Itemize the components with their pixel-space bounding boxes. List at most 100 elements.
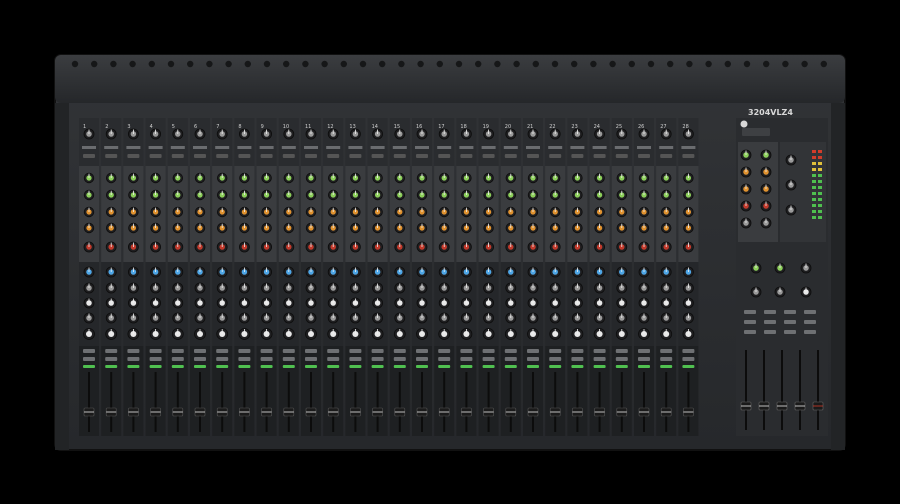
solo-button[interactable] [171,357,184,361]
fader-track[interactable] [665,372,668,432]
master-button[interactable] [784,310,796,314]
low-cut-button[interactable] [549,154,562,158]
solo-button[interactable] [327,357,340,361]
low-cut-button[interactable] [105,154,118,158]
low-cut-button[interactable] [171,154,184,158]
fader-track[interactable] [310,372,312,432]
solo-button[interactable] [105,357,118,361]
fader-track[interactable] [487,372,490,432]
solo-button[interactable] [305,357,317,361]
low-cut-button[interactable] [260,154,273,158]
solo-button[interactable] [549,357,562,361]
solo-button[interactable] [593,357,606,361]
fader-track[interactable] [354,372,357,432]
master-button[interactable] [744,310,756,314]
low-cut-button[interactable] [83,154,95,158]
master-button[interactable] [764,310,776,314]
mute-button[interactable] [216,349,229,353]
master-button[interactable] [804,320,816,324]
solo-button[interactable] [282,357,295,361]
mute-button[interactable] [238,349,251,353]
fader-track[interactable] [576,372,579,432]
low-cut-button[interactable] [482,154,495,158]
fader-track[interactable] [443,372,446,432]
master-fader-track[interactable] [799,350,801,430]
solo-button[interactable] [482,357,495,361]
mute-button[interactable] [327,349,340,353]
low-cut-button[interactable] [638,154,650,158]
master-fader-track[interactable] [745,350,747,430]
master-button[interactable] [804,310,816,314]
fader-track[interactable] [265,372,268,432]
master-fader-track[interactable] [817,350,819,430]
mute-button[interactable] [171,349,184,353]
mute-button[interactable] [438,349,451,353]
fader-track[interactable] [554,372,557,432]
mute-button[interactable] [83,349,95,353]
solo-button[interactable] [638,357,650,361]
fader-track[interactable] [687,372,690,432]
low-cut-button[interactable] [615,154,628,158]
solo-button[interactable] [571,357,584,361]
mute-button[interactable] [504,349,517,353]
mute-button[interactable] [682,349,695,353]
fader-track[interactable] [643,372,645,432]
fader-track[interactable] [398,372,401,432]
mute-button[interactable] [482,349,495,353]
master-button[interactable] [744,320,756,324]
low-cut-button[interactable] [460,154,473,158]
fader-track[interactable] [154,372,157,432]
mute-button[interactable] [393,349,406,353]
mute-button[interactable] [527,349,539,353]
mute-button[interactable] [349,349,362,353]
low-cut-button[interactable] [393,154,406,158]
master-fader-track[interactable] [763,350,765,430]
low-cut-button[interactable] [371,154,384,158]
mute-button[interactable] [149,349,162,353]
master-button[interactable] [804,330,816,334]
mute-button[interactable] [660,349,673,353]
low-cut-button[interactable] [571,154,584,158]
mute-button[interactable] [416,349,428,353]
solo-button[interactable] [371,357,384,361]
solo-button[interactable] [216,357,229,361]
fader-track[interactable] [221,372,224,432]
solo-button[interactable] [615,357,628,361]
low-cut-button[interactable] [127,154,140,158]
solo-button[interactable] [460,357,473,361]
solo-button[interactable] [127,357,140,361]
fader-track[interactable] [287,372,290,432]
low-cut-button[interactable] [305,154,317,158]
solo-button[interactable] [349,357,362,361]
mute-button[interactable] [571,349,584,353]
low-cut-button[interactable] [238,154,251,158]
low-cut-button[interactable] [504,154,517,158]
mute-button[interactable] [282,349,295,353]
mute-button[interactable] [371,349,384,353]
low-cut-button[interactable] [438,154,451,158]
master-button[interactable] [764,330,776,334]
mute-button[interactable] [127,349,140,353]
low-cut-button[interactable] [593,154,606,158]
fader-track[interactable] [176,372,179,432]
solo-button[interactable] [527,357,539,361]
mute-button[interactable] [194,349,206,353]
solo-button[interactable] [438,357,451,361]
solo-button[interactable] [504,357,517,361]
fader-track[interactable] [376,372,379,432]
master-fader-track[interactable] [781,350,783,430]
fader-track[interactable] [243,372,246,432]
mute-button[interactable] [105,349,118,353]
solo-button[interactable] [238,357,251,361]
low-cut-button[interactable] [216,154,229,158]
solo-button[interactable] [194,357,206,361]
fader-track[interactable] [421,372,423,432]
fader-track[interactable] [509,372,512,432]
fader-track[interactable] [88,372,90,432]
low-cut-button[interactable] [660,154,673,158]
solo-button[interactable] [83,357,95,361]
solo-button[interactable] [682,357,695,361]
low-cut-button[interactable] [149,154,162,158]
low-cut-button[interactable] [282,154,295,158]
low-cut-button[interactable] [416,154,428,158]
